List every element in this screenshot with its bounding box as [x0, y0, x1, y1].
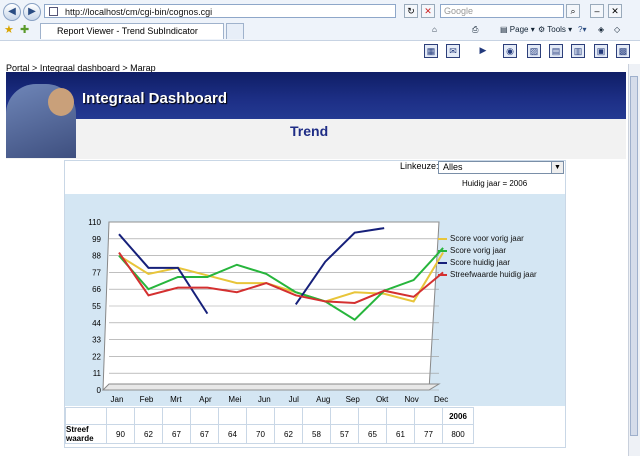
x-tick-label: Sep	[346, 395, 361, 404]
legend-swatch	[438, 262, 447, 264]
x-tick-label: Aug	[316, 395, 330, 404]
url-text: http://localhost/cm/cgi-bin/cognos.cgi	[65, 7, 213, 17]
page-menu[interactable]: ▤ Page ▾	[500, 24, 535, 36]
stop-icon[interactable]: ✕	[421, 4, 435, 18]
print-icon[interactable]: ⎙	[472, 24, 478, 36]
save-icon[interactable]: ▦	[424, 44, 438, 58]
tab-report-viewer[interactable]: Report Viewer - Trend SubIndicator	[40, 23, 224, 39]
table-cell: 77	[414, 424, 443, 444]
table-cell: 65	[358, 424, 387, 444]
add-favorites-icon[interactable]: ✚	[20, 24, 29, 36]
y-tick-label: 66	[92, 285, 101, 294]
table-cell: 67	[190, 424, 219, 444]
legend-swatch	[438, 250, 447, 252]
table-cell-total: 800	[442, 424, 474, 444]
legend-item: Score vorig jaar	[438, 246, 507, 255]
y-tick-label: 77	[92, 268, 101, 277]
tools-menu[interactable]: ⚙ Tools ▾	[538, 24, 572, 36]
report-toolbar: ▦ ✉ ▶ ◉ ▨ ▤ ▥ ▣ ▩	[0, 41, 640, 63]
y-tick-label: 44	[92, 319, 101, 328]
banner-title: Integraal Dashboard	[82, 90, 228, 107]
close-window-icon[interactable]: ✕	[608, 4, 622, 18]
refresh-icon[interactable]: ↻	[404, 4, 418, 18]
run-icon[interactable]: ▶	[476, 44, 490, 58]
chart-icon[interactable]: ▨	[527, 44, 541, 58]
legend-label: Streefwaarde huidig jaar	[450, 270, 537, 279]
y-tick-label: 55	[92, 302, 101, 311]
email-icon[interactable]: ✉	[446, 44, 460, 58]
current-year-label: Huidig jaar = 2006	[462, 179, 528, 188]
back-icon[interactable]: ◀	[3, 3, 21, 21]
export-icon[interactable]: ▣	[594, 44, 608, 58]
favorites-star-icon[interactable]: ★	[4, 24, 14, 36]
table-cell: 58	[302, 424, 331, 444]
legend-label: Score vorig jaar	[450, 246, 507, 255]
x-tick-label: Jan	[111, 395, 124, 404]
table-row-label: Streef waarde	[65, 424, 107, 444]
x-tick-label: Okt	[376, 395, 389, 404]
streef-table: 2006 Streef waarde 90 62 67 67 64 70 62 58 57 65 61 7…	[65, 407, 474, 444]
settings-icon[interactable]: ▩	[616, 44, 630, 58]
legend-swatch	[438, 238, 447, 240]
legend-item: Streefwaarde huidig jaar	[438, 270, 537, 279]
search-input[interactable]: Google	[440, 4, 564, 18]
y-tick-label: 11	[93, 369, 102, 378]
scrollbar-thumb[interactable]	[630, 76, 638, 436]
search-icon[interactable]: ⌕	[566, 4, 580, 18]
table-cell: 61	[386, 424, 415, 444]
y-tick-label: 88	[92, 252, 101, 261]
legend-swatch	[438, 274, 447, 276]
x-tick-label: Apr	[199, 395, 212, 404]
help-icon[interactable]: ?▾	[578, 24, 586, 36]
legend-label: Score huidig jaar	[450, 258, 511, 267]
new-tab-button[interactable]	[226, 23, 244, 39]
x-tick-label: Jun	[258, 395, 271, 404]
table-cell: 62	[274, 424, 303, 444]
plot-floor	[101, 383, 441, 391]
browser-toolbar: ◀ ▶ http://localhost/cm/cgi-bin/cognos.c…	[0, 0, 640, 41]
table-cell: 70	[246, 424, 275, 444]
y-tick-label: 110	[88, 218, 101, 227]
x-tick-label: Jul	[289, 395, 299, 404]
x-tick-label: Feb	[140, 395, 154, 404]
page-title: Trend	[290, 123, 329, 139]
forward-icon[interactable]: ▶	[23, 3, 41, 21]
extra-icon[interactable]: ◇	[614, 24, 620, 36]
x-tick-label: Mei	[228, 395, 241, 404]
research-icon[interactable]: ◈	[598, 24, 604, 36]
home-icon[interactable]: ⌂	[432, 24, 437, 36]
address-bar[interactable]: http://localhost/cm/cgi-bin/cognos.cgi	[44, 4, 396, 18]
filter-label: Linkeuze:	[400, 161, 439, 171]
minimize-icon[interactable]: –	[590, 4, 604, 18]
table-icon[interactable]: ▥	[571, 44, 585, 58]
legend-label: Score voor vorig jaar	[450, 234, 524, 243]
y-tick-label: 33	[92, 336, 101, 345]
x-tick-label: Dec	[434, 395, 448, 404]
trend-chart: 0 11 22 33 44 55 66 77 88 99 110 Jan Feb Mrt Apr Mei Jun…	[88, 218, 448, 404]
x-tick-label: Mrt	[170, 395, 182, 404]
report-icon[interactable]: ▤	[549, 44, 563, 58]
banner-person-head	[48, 88, 74, 116]
filter-select[interactable]: Alles ▼	[438, 161, 564, 174]
table-cell: 64	[218, 424, 247, 444]
view-icon[interactable]: ◉	[503, 44, 517, 58]
table-cell: 62	[134, 424, 163, 444]
y-tick-label: 99	[92, 235, 101, 244]
legend-item: Score huidig jaar	[438, 258, 511, 267]
table-header-year: 2006	[442, 407, 474, 425]
x-tick-label: Nov	[405, 395, 419, 404]
table-cell: 90	[106, 424, 135, 444]
legend-item: Score voor vorig jaar	[438, 234, 524, 243]
table-cell: 67	[162, 424, 191, 444]
y-tick-label: 0	[97, 386, 102, 395]
y-tick-label: 22	[92, 352, 101, 361]
page-icon	[49, 7, 58, 16]
chevron-down-icon: ▼	[551, 162, 563, 173]
vertical-scrollbar[interactable]	[628, 64, 640, 456]
table-cell: 57	[330, 424, 359, 444]
